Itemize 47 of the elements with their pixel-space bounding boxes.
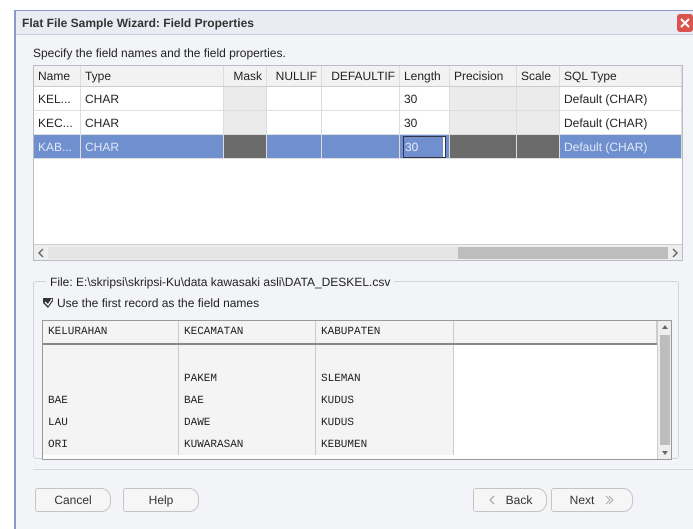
table-cell: DAWE xyxy=(179,411,316,433)
column-header[interactable]: DEFAULTIF xyxy=(322,66,400,86)
column-header[interactable]: NULLIF xyxy=(267,66,322,86)
column-header[interactable]: KELURAHAN xyxy=(43,321,179,343)
column-header[interactable]: Precision xyxy=(450,66,517,86)
vertical-scrollbar[interactable] xyxy=(657,321,671,459)
close-icon xyxy=(680,18,690,28)
table-cell: KEL... xyxy=(34,87,81,110)
table-cell: Default (CHAR) xyxy=(560,111,682,134)
table-cell: ORI xyxy=(43,433,179,455)
table-cell: KUWARASAN xyxy=(179,433,316,455)
checkbox-checked-icon[interactable] xyxy=(42,297,54,309)
chevron-left-icon xyxy=(488,495,496,505)
column-header[interactable]: Length xyxy=(400,66,450,86)
back-button[interactable]: Back xyxy=(473,488,547,512)
column-header[interactable]: Scale xyxy=(517,66,560,86)
table-cell: Default (CHAR) xyxy=(560,135,682,158)
column-header[interactable]: KABUPATEN xyxy=(316,321,454,343)
horizontal-scrollbar[interactable] xyxy=(34,244,682,260)
dialog-button[interactable]: Help xyxy=(123,488,199,512)
scrollbar-thumb[interactable] xyxy=(660,335,670,445)
chevron-right-icon xyxy=(604,495,614,505)
column-header[interactable]: Type xyxy=(81,66,224,86)
column-header[interactable]: Mask xyxy=(224,66,267,86)
use-first-record-checkbox[interactable]: Use the first record as the field names xyxy=(42,294,670,312)
table-cell: LAU xyxy=(43,411,179,433)
column-header[interactable]: Name xyxy=(34,66,81,86)
table-cell: BAE xyxy=(43,389,179,411)
table-row[interactable]: KEC... CHAR 30 Default (CHAR) xyxy=(34,111,682,135)
close-button[interactable] xyxy=(677,14,693,32)
table-cell: Default (CHAR) xyxy=(560,87,682,110)
table-cell: KUDUS xyxy=(316,411,454,433)
table-cell: KUDUS xyxy=(316,389,454,411)
dialog-button[interactable]: Cancel xyxy=(35,488,111,512)
next-button[interactable]: Next xyxy=(551,488,633,512)
table-cell: KAB... xyxy=(34,135,81,158)
window-title: Flat File Sample Wizard: Field Properties xyxy=(22,14,254,32)
instruction-text: Specify the field names and the field properties. xyxy=(33,45,287,62)
scrollbar-thumb[interactable] xyxy=(458,246,668,258)
column-header[interactable]: KECAMATAN xyxy=(179,321,316,343)
table-cell: KEBUMEN xyxy=(316,433,454,455)
table-cell: PAKEM xyxy=(179,367,316,389)
table-cell: BAE xyxy=(179,389,316,411)
table-row[interactable]: KEL... CHAR 30 Default (CHAR) xyxy=(34,87,682,111)
table-cell: KEC... xyxy=(34,111,81,134)
column-header[interactable]: SQL Type xyxy=(560,66,682,86)
table-cell: SLEMAN xyxy=(316,367,454,389)
